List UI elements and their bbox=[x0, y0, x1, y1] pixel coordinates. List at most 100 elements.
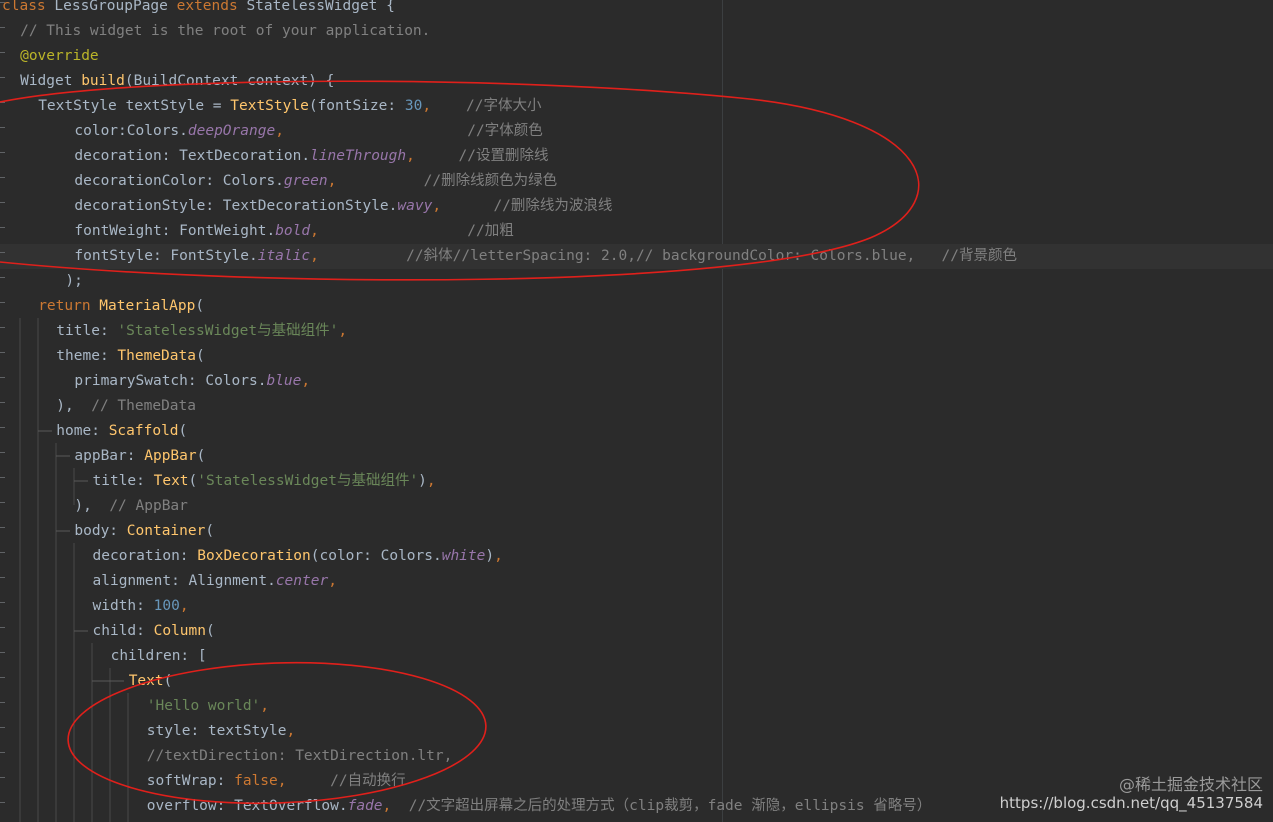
code-line[interactable]: style: textStyle, bbox=[0, 719, 1273, 744]
fold-marker bbox=[0, 327, 5, 328]
code-token: children: [ bbox=[110, 648, 207, 664]
code-token: //删除线为波浪线 bbox=[493, 198, 613, 214]
code-token: LessGroupPage bbox=[54, 0, 177, 14]
code-token: , bbox=[422, 98, 432, 114]
code-token: BoxDecoration bbox=[197, 548, 311, 564]
code-line-text: fontStyle: FontStyle.italic, //斜体//lette… bbox=[74, 244, 1017, 269]
code-line[interactable]: 'Hello world', bbox=[0, 694, 1273, 719]
code-line-text: return MaterialApp( bbox=[38, 294, 204, 319]
code-line[interactable]: class LessGroupPage extends StatelessWid… bbox=[0, 0, 1273, 19]
code-line[interactable]: decoration: BoxDecoration(color: Colors.… bbox=[0, 544, 1273, 569]
watermark: @稀土掘金技术社区 https://blog.csdn.net/qq_45137… bbox=[999, 775, 1263, 813]
fold-marker bbox=[0, 802, 5, 803]
code-line[interactable]: decorationStyle: TextDecorationStyle.wav… bbox=[0, 194, 1273, 219]
code-line-text: width: 100, bbox=[93, 594, 189, 619]
fold-marker bbox=[0, 302, 5, 303]
code-line[interactable]: ); bbox=[0, 269, 1273, 294]
code-token: primarySwatch: Colors. bbox=[74, 373, 267, 389]
code-line[interactable]: decoration: TextDecoration.lineThrough, … bbox=[0, 144, 1273, 169]
code-line[interactable]: //textDirection: TextDirection.ltr, bbox=[0, 744, 1273, 769]
code-token: //斜体//letterSpacing: 2.0,// backgroundCo… bbox=[406, 248, 1017, 264]
code-token: class bbox=[2, 0, 55, 14]
fold-marker bbox=[0, 177, 5, 178]
code-token: 30 bbox=[404, 98, 423, 114]
code-token: ( bbox=[195, 348, 205, 364]
code-token: false, bbox=[234, 773, 287, 789]
code-line[interactable]: fontWeight: FontWeight.bold, //加粗 bbox=[0, 219, 1273, 244]
code-editor[interactable]: class LessGroupPage extends StatelessWid… bbox=[0, 0, 1273, 822]
code-token: @override bbox=[20, 48, 99, 64]
code-line-text: child: Column( bbox=[93, 619, 215, 644]
code-token: , bbox=[179, 598, 189, 614]
code-line[interactable]: body: Container( bbox=[0, 519, 1273, 544]
code-token: ( bbox=[206, 623, 215, 639]
code-token: //自动换行 bbox=[330, 773, 406, 789]
code-line[interactable]: Widget build(BuildContext context) { bbox=[0, 69, 1273, 94]
code-token: child: bbox=[92, 623, 154, 639]
watermark-url: https://blog.csdn.net/qq_45137584 bbox=[999, 794, 1263, 812]
code-token: color:Colors. bbox=[74, 123, 188, 139]
code-token: fontWeight: FontWeight. bbox=[74, 223, 276, 239]
code-token: , bbox=[327, 173, 337, 189]
code-token: extends bbox=[176, 0, 247, 14]
code-line[interactable]: Text( bbox=[0, 669, 1273, 694]
code-line[interactable]: return MaterialApp( bbox=[0, 294, 1273, 319]
code-token: width: bbox=[92, 598, 154, 614]
code-line[interactable]: child: Column( bbox=[0, 619, 1273, 644]
code-token: ( bbox=[195, 298, 205, 314]
code-token: TextStyle textStyle = bbox=[38, 98, 231, 114]
watermark-brand: @稀土掘金技术社区 bbox=[1118, 775, 1263, 794]
code-line[interactable]: fontStyle: FontStyle.italic, //斜体//lette… bbox=[0, 244, 1273, 269]
code-token: ( bbox=[196, 448, 206, 464]
code-line[interactable]: color:Colors.deepOrange, //字体颜色 bbox=[0, 119, 1273, 144]
code-area[interactable]: class LessGroupPage extends StatelessWid… bbox=[0, 0, 1273, 819]
code-token: white bbox=[441, 548, 486, 564]
code-token: (color: Colors. bbox=[310, 548, 442, 564]
code-line[interactable]: home: Scaffold( bbox=[0, 419, 1273, 444]
code-line[interactable]: ), // ThemeData bbox=[0, 394, 1273, 419]
code-line[interactable]: decorationColor: Colors.green, //删除线颜色为绿… bbox=[0, 169, 1273, 194]
fold-marker bbox=[0, 402, 5, 403]
code-line[interactable]: width: 100, bbox=[0, 594, 1273, 619]
code-token: home: bbox=[56, 423, 109, 439]
code-token: // ThemeData bbox=[73, 398, 196, 414]
fold-marker bbox=[0, 452, 5, 453]
code-line-text: ); bbox=[65, 269, 82, 294]
code-line-text: ), // AppBar bbox=[74, 494, 188, 519]
code-line[interactable]: title: 'StatelessWidget与基础组件', bbox=[0, 319, 1273, 344]
fold-marker bbox=[0, 527, 5, 528]
code-line[interactable]: appBar: AppBar( bbox=[0, 444, 1273, 469]
code-token: italic bbox=[257, 248, 311, 264]
code-token: decoration: TextDecoration. bbox=[74, 148, 311, 164]
code-line[interactable]: theme: ThemeData( bbox=[0, 344, 1273, 369]
code-token: fade bbox=[347, 798, 383, 814]
fold-marker bbox=[0, 502, 5, 503]
code-line[interactable]: children: [ bbox=[0, 644, 1273, 669]
code-line-text: title: Text('StatelessWidget与基础组件'), bbox=[93, 469, 436, 494]
code-token: softWrap: bbox=[146, 773, 235, 789]
code-line[interactable]: TextStyle textStyle = TextStyle(fontSize… bbox=[0, 94, 1273, 119]
code-line[interactable]: @override bbox=[0, 44, 1273, 69]
code-line[interactable]: // This widget is the root of your appli… bbox=[0, 19, 1273, 44]
code-token: fontStyle: FontStyle. bbox=[74, 248, 258, 264]
fold-marker bbox=[0, 52, 5, 53]
code-line[interactable]: title: Text('StatelessWidget与基础组件'), bbox=[0, 469, 1273, 494]
code-line[interactable]: alignment: Alignment.center, bbox=[0, 569, 1273, 594]
code-line-text: Text( bbox=[129, 669, 173, 694]
code-token: MaterialApp bbox=[99, 298, 196, 314]
code-line[interactable]: primarySwatch: Colors.blue, bbox=[0, 369, 1273, 394]
fold-marker bbox=[0, 252, 5, 253]
fold-marker bbox=[0, 477, 5, 478]
code-token: decoration: bbox=[92, 548, 198, 564]
code-line-text: @override bbox=[20, 44, 99, 69]
code-token: Text bbox=[128, 673, 164, 689]
fold-marker bbox=[0, 352, 5, 353]
fold-marker bbox=[0, 127, 5, 128]
code-line-text: primarySwatch: Colors.blue, bbox=[74, 369, 310, 394]
code-line[interactable]: ), // AppBar bbox=[0, 494, 1273, 519]
